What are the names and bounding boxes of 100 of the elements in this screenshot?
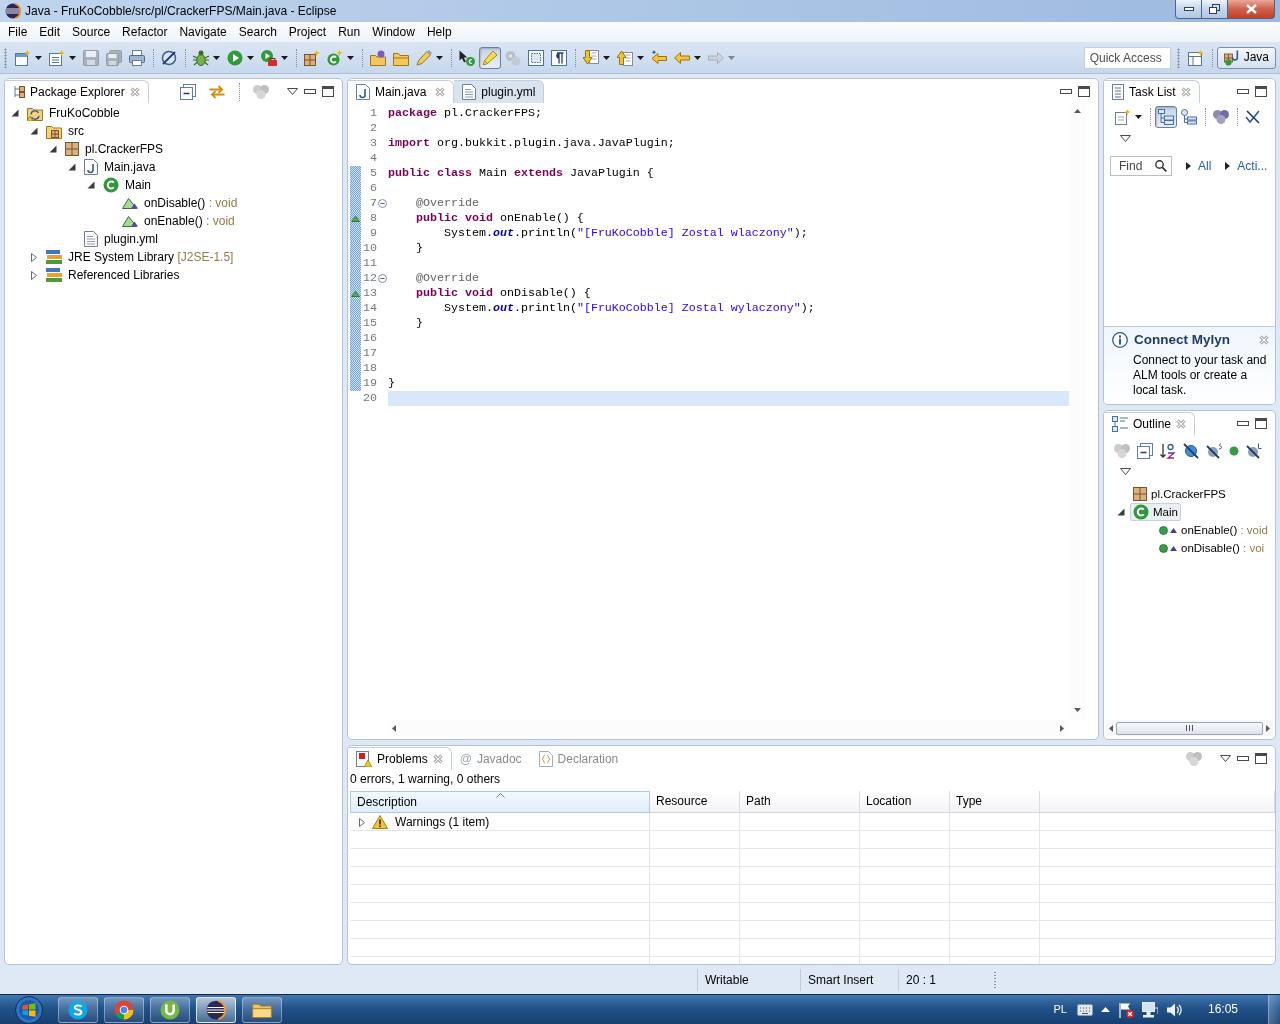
- tree-item[interactable]: pl.CrackerFPS: [1130, 485, 1229, 503]
- menu-item[interactable]: Run: [332, 24, 367, 40]
- tree-item[interactable]: onEnable() : void: [119, 212, 238, 230]
- tree-item[interactable]: pl.CrackerFPS: [62, 140, 167, 158]
- close-button[interactable]: [1228, 0, 1275, 19]
- scroll-right-icon[interactable]: [1266, 724, 1270, 732]
- minimize-icon[interactable]: [1237, 756, 1249, 761]
- restore-button[interactable]: [1202, 0, 1228, 19]
- tree-item[interactable]: Main.java: [81, 158, 159, 176]
- menu-item[interactable]: Search: [232, 24, 283, 40]
- minimize-button[interactable]: [1175, 0, 1202, 19]
- minimize-icon[interactable]: [1237, 89, 1249, 94]
- caret-icon[interactable]: [603, 55, 610, 60]
- maximize-icon[interactable]: [322, 86, 334, 97]
- menu-item[interactable]: Project: [282, 24, 333, 40]
- collapsed-arrow-icon[interactable]: [31, 252, 37, 262]
- find-field[interactable]: Find: [1110, 156, 1172, 176]
- flag-cross-icon[interactable]: [1117, 1001, 1134, 1018]
- start-orb-icon[interactable]: [15, 995, 43, 1024]
- maximize-icon[interactable]: [1255, 418, 1267, 429]
- tree-item[interactable]: onDisable() : void: [119, 194, 241, 212]
- show-desktop-button[interactable]: [1268, 995, 1280, 1024]
- expand-arrow-icon[interactable]: [1225, 162, 1231, 170]
- column-header[interactable]: Path: [740, 791, 860, 813]
- menu-item[interactable]: File: [2, 24, 34, 40]
- expanded-arrow-icon[interactable]: [68, 163, 76, 171]
- view-menu-icon[interactable]: [287, 88, 298, 95]
- tree-item[interactable]: Main: [100, 176, 154, 194]
- maximize-icon[interactable]: [1255, 86, 1267, 97]
- network-icon[interactable]: [1141, 1001, 1158, 1018]
- caret-icon[interactable]: [347, 55, 354, 60]
- view-menu-icon[interactable]: [1120, 134, 1131, 142]
- view-tab[interactable]: Package Explorer: [5, 80, 149, 103]
- maximize-icon[interactable]: [1255, 753, 1267, 764]
- tree-item[interactable]: FruKoCobble: [24, 104, 123, 122]
- horizontal-scrollbar[interactable]: [1106, 720, 1273, 736]
- editor-tab[interactable]: plugin.yml: [454, 80, 545, 103]
- up-arrow-icon[interactable]: [1100, 1007, 1110, 1012]
- view-tab[interactable]: Problems: [348, 747, 452, 770]
- tree-item[interactable]: Main: [1130, 503, 1181, 521]
- language-indicator[interactable]: PL: [1053, 1002, 1067, 1017]
- caret-icon[interactable]: [694, 55, 701, 60]
- search-icon[interactable]: [1155, 160, 1167, 172]
- view-tab[interactable]: Declaration: [530, 747, 628, 770]
- expanded-arrow-icon[interactable]: [30, 127, 38, 135]
- taskbar-button[interactable]: [242, 996, 282, 1023]
- column-header[interactable]: Type: [950, 791, 1040, 813]
- menu-item[interactable]: Source: [66, 24, 117, 40]
- speaker-icon[interactable]: [1165, 1002, 1182, 1017]
- column-header[interactable]: Location: [860, 791, 950, 813]
- caret-icon[interactable]: [1135, 115, 1142, 119]
- minimize-icon[interactable]: [1060, 89, 1072, 94]
- caret-icon[interactable]: [637, 55, 644, 60]
- maximize-icon[interactable]: [1078, 86, 1090, 97]
- column-header[interactable]: Resource: [650, 791, 740, 813]
- taskbar-button[interactable]: [58, 996, 98, 1023]
- keyboard-icon[interactable]: [1076, 1003, 1093, 1016]
- text-link[interactable]: Connect: [1133, 353, 1178, 367]
- column-header[interactable]: Description: [350, 791, 650, 813]
- taskbar-button[interactable]: [150, 996, 190, 1023]
- caret-icon[interactable]: [35, 55, 42, 60]
- scrollbar-thumb[interactable]: [1116, 721, 1263, 735]
- tree-item[interactable]: plugin.yml: [81, 230, 162, 248]
- caret-icon[interactable]: [247, 55, 254, 60]
- menu-item[interactable]: Edit: [33, 24, 67, 40]
- caret-icon[interactable]: [69, 55, 76, 60]
- view-menu-icon[interactable]: [1220, 755, 1231, 762]
- expanded-arrow-icon[interactable]: [87, 181, 95, 189]
- fold-icon[interactable]: [378, 274, 387, 283]
- tree-item[interactable]: onDisable() : voi: [1156, 539, 1268, 557]
- problem-group[interactable]: Warnings (1 item): [395, 814, 490, 830]
- quick-access-field[interactable]: Quick Access: [1083, 46, 1171, 69]
- fold-icon[interactable]: [378, 199, 387, 208]
- perspective-button[interactable]: Java: [1216, 46, 1276, 69]
- menu-item[interactable]: Refactor: [116, 24, 174, 40]
- caret-icon[interactable]: [213, 55, 220, 60]
- view-tab[interactable]: Outline: [1104, 412, 1196, 435]
- expand-arrow-icon[interactable]: [1186, 162, 1191, 170]
- tree-item[interactable]: src: [43, 122, 87, 140]
- caret-icon[interactable]: [436, 55, 443, 60]
- view-menu-icon[interactable]: [1120, 467, 1131, 475]
- view-tab[interactable]: Task List: [1104, 80, 1200, 103]
- menu-item[interactable]: Help: [420, 24, 458, 40]
- view-tab[interactable]: @ Javadoc: [451, 747, 531, 770]
- scroll-left-icon[interactable]: [1109, 724, 1113, 732]
- expanded-arrow-icon[interactable]: [49, 145, 57, 153]
- tree-item[interactable]: Referenced Libraries: [43, 266, 183, 284]
- taskbar-button[interactable]: [196, 996, 236, 1023]
- tree-item[interactable]: onEnable() : void: [1156, 521, 1271, 539]
- expanded-arrow-icon[interactable]: [11, 109, 19, 117]
- filter-link[interactable]: Acti...: [1237, 158, 1268, 174]
- minimize-icon[interactable]: [304, 89, 316, 94]
- menu-item[interactable]: Navigate: [173, 24, 233, 40]
- caret-icon[interactable]: [281, 55, 288, 60]
- tree-item[interactable]: JRE System Library [J2SE-1.5]: [43, 248, 237, 266]
- text-link[interactable]: create: [1203, 368, 1238, 382]
- expanded-arrow-icon[interactable]: [1117, 508, 1125, 516]
- editor-tab[interactable]: Main.java: [348, 80, 455, 103]
- collapsed-arrow-icon[interactable]: [31, 270, 37, 280]
- minimize-icon[interactable]: [1237, 421, 1249, 426]
